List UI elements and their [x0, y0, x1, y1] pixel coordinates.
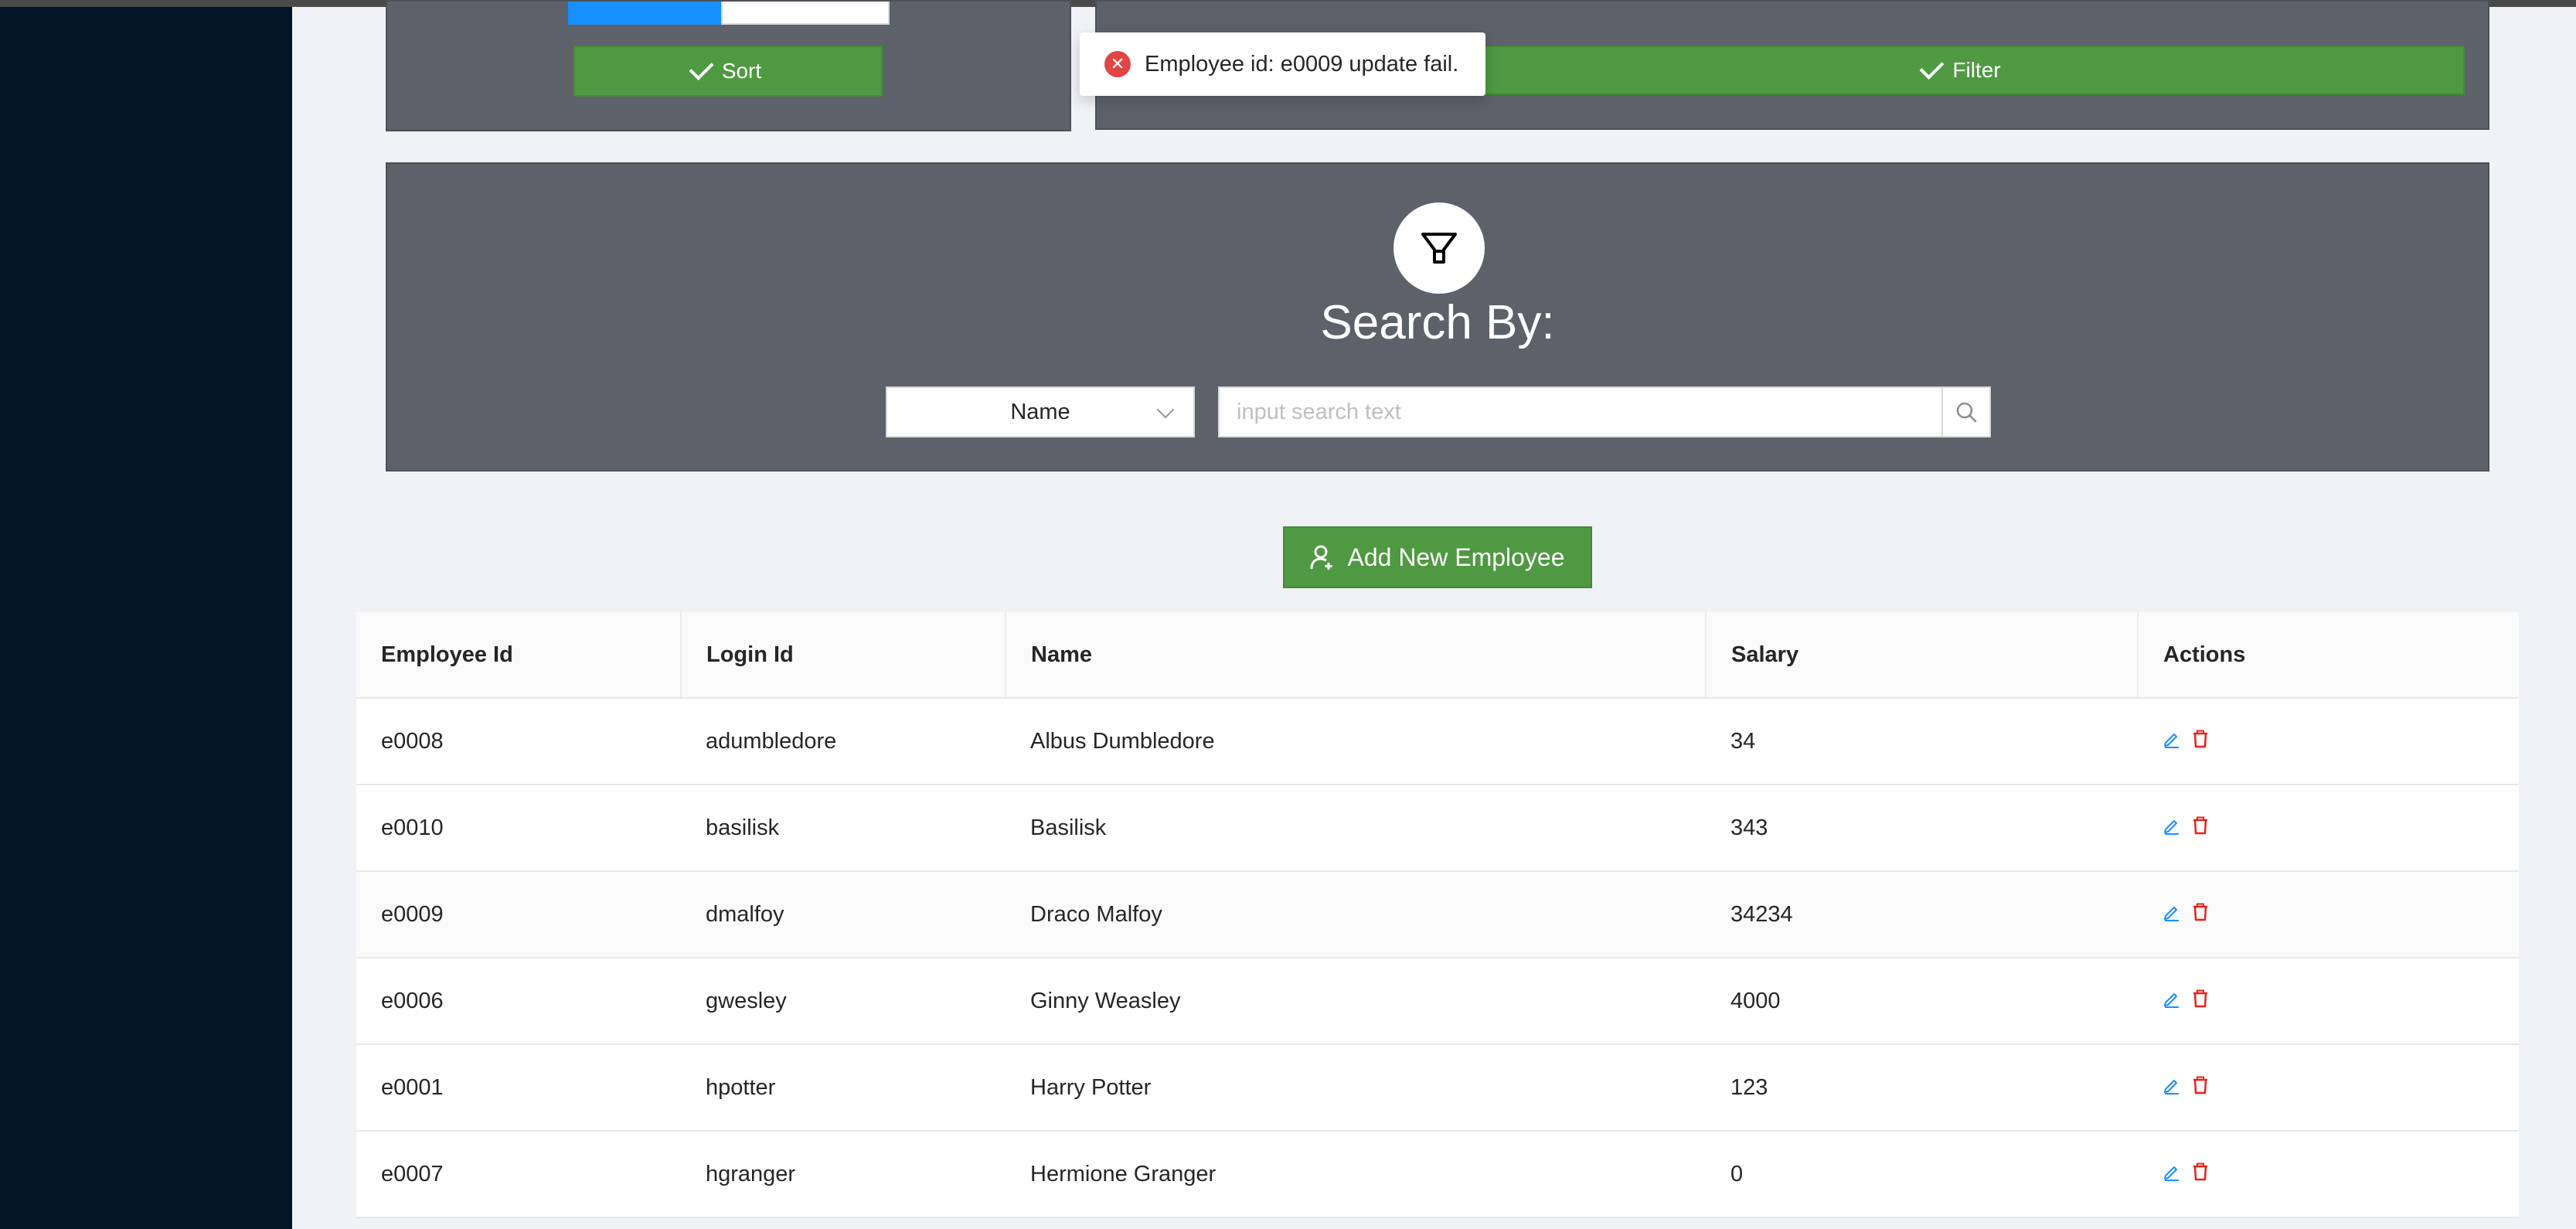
cell-login-id: dmalfoy [681, 871, 1006, 958]
check-icon [1919, 55, 1945, 80]
delete-icon[interactable] [2192, 1075, 2209, 1101]
delete-icon[interactable] [2192, 1162, 2209, 1187]
cell-login-id: adumbledore [681, 698, 1006, 785]
user-add-icon [1310, 545, 1332, 570]
cell-salary: 0 [1706, 1131, 2138, 1218]
cell-employee-id: e0001 [356, 1044, 681, 1132]
cell-name: Basilisk [1006, 785, 1706, 872]
chevron-down-icon [1156, 400, 1175, 419]
cell-name: Ginny Weasley [1006, 958, 1706, 1045]
cell-employee-id: e0008 [356, 698, 681, 785]
filter-button-label: Filter [1952, 58, 2001, 82]
column-header-name[interactable]: Name [1006, 612, 1707, 699]
error-notification: ✕ Employee id: e0009 update fail. [1080, 32, 1485, 96]
sort-button[interactable]: Sort [573, 46, 883, 97]
employee-table: Employee Id Login Id Name Salary Actions… [356, 612, 2519, 1218]
sidebar [0, 7, 292, 1229]
search-input[interactable] [1218, 386, 1943, 437]
cell-login-id: gwesley [681, 958, 1006, 1045]
cell-actions [2138, 785, 2519, 872]
cell-employee-id: e0010 [356, 785, 681, 872]
delete-icon[interactable] [2192, 729, 2209, 754]
table-row: e0007 hgranger Hermione Granger 0 [356, 1131, 2519, 1218]
cell-salary: 4000 [1706, 958, 2138, 1045]
cell-name: Harry Potter [1006, 1044, 1706, 1132]
table-row: e0001 hpotter Harry Potter 123 [356, 1044, 2519, 1132]
cell-salary: 34 [1706, 698, 2138, 785]
sort-panel: Sort [386, 0, 1071, 131]
column-header-login-id[interactable]: Login Id [681, 612, 1006, 699]
cell-login-id: hpotter [681, 1044, 1006, 1132]
sort-ascending-option[interactable] [568, 2, 723, 25]
table-row: e0006 gwesley Ginny Weasley 4000 [356, 958, 2519, 1045]
cell-name: Draco Malfoy [1006, 871, 1706, 958]
edit-icon[interactable] [2163, 902, 2181, 928]
delete-icon[interactable] [2192, 815, 2209, 841]
cell-salary: 34234 [1706, 871, 2138, 958]
cell-actions [2138, 958, 2519, 1045]
column-header-actions: Actions [2138, 612, 2519, 699]
cell-login-id: basilisk [681, 785, 1006, 872]
cell-employee-id: e0006 [356, 958, 681, 1045]
close-circle-icon: ✕ [1104, 51, 1131, 77]
table-header-row: Employee Id Login Id Name Salary Actions [356, 612, 2519, 699]
column-header-employee-id[interactable]: Employee Id [356, 612, 682, 699]
delete-icon[interactable] [2192, 902, 2209, 928]
edit-icon[interactable] [2163, 729, 2181, 754]
cell-actions [2138, 698, 2519, 785]
check-icon [689, 56, 714, 80]
cell-name: Albus Dumbledore [1006, 698, 1706, 785]
cell-actions [2138, 1131, 2519, 1218]
sort-button-label: Sort [721, 59, 762, 83]
cell-employee-id: e0009 [356, 871, 681, 958]
cell-actions [2138, 871, 2519, 958]
edit-icon[interactable] [2163, 815, 2181, 841]
sort-descending-option[interactable] [721, 2, 890, 25]
funnel-icon [1393, 203, 1485, 294]
add-new-employee-button[interactable]: Add New Employee [1283, 526, 1592, 588]
filter-button[interactable]: Filter [1462, 46, 2465, 95]
table-row: e0010 basilisk Basilisk 343 [356, 785, 2519, 872]
column-header-salary[interactable]: Salary [1706, 612, 2139, 699]
edit-icon[interactable] [2163, 989, 2181, 1014]
cell-salary: 343 [1706, 785, 2138, 872]
edit-icon[interactable] [2163, 1162, 2181, 1187]
cell-name: Hermione Granger [1006, 1131, 1706, 1218]
table-row: e0008 adumbledore Albus Dumbledore 34 [356, 698, 2519, 785]
cell-actions [2138, 1044, 2519, 1132]
cell-employee-id: e0007 [356, 1131, 681, 1218]
edit-icon[interactable] [2163, 1075, 2181, 1101]
cell-login-id: hgranger [681, 1131, 1006, 1218]
search-icon [1956, 402, 1977, 423]
search-field-value: Name [1010, 399, 1070, 424]
search-field-select[interactable]: Name [886, 386, 1195, 437]
search-button[interactable] [1941, 386, 1991, 437]
add-button-label: Add New Employee [1347, 543, 1565, 571]
cell-salary: 123 [1706, 1044, 2138, 1132]
notification-message: Employee id: e0009 update fail. [1145, 51, 1459, 77]
table-row: e0009 dmalfoy Draco Malfoy 34234 [356, 871, 2519, 958]
search-panel: Search By: Name [386, 162, 2489, 472]
delete-icon[interactable] [2192, 989, 2209, 1014]
search-title: Search By: [1320, 296, 1555, 349]
